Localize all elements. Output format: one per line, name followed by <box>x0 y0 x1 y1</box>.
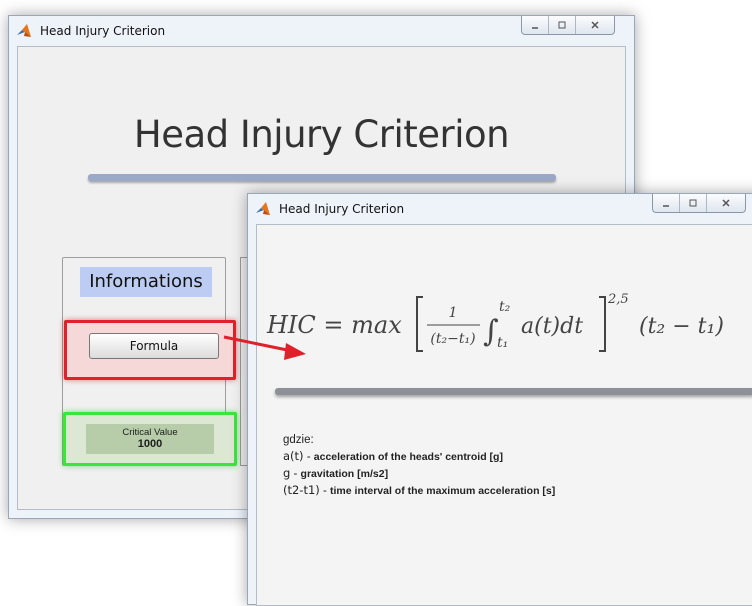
close-icon <box>591 21 599 29</box>
right-bracket <box>599 296 606 352</box>
notes-heading: gdzie: <box>283 434 314 446</box>
integral-lower: t₁ <box>497 335 508 351</box>
left-bracket <box>416 296 423 352</box>
informations-heading: Informations <box>80 267 212 297</box>
formula-underline <box>275 388 752 395</box>
matlab-icon <box>256 202 270 215</box>
hic-formula-graphic: HIC = max 1 (t₂−t₁) ∫ t₂ t₁ a(t)dt 2,5 (… <box>266 292 724 352</box>
window-title: Head Injury Criterion <box>40 24 166 38</box>
matlab-icon <box>17 24 31 37</box>
fraction-denominator: (t₂−t₁) <box>430 331 475 347</box>
formula-highlight: Formula <box>64 320 236 380</box>
minimize-icon <box>663 205 669 207</box>
formula-window-content: HIC = max 1 (t₂−t₁) ∫ t₂ t₁ a(t)dt 2,5 (… <box>256 224 752 606</box>
maximize-icon <box>558 21 566 29</box>
window-title: Head Injury Criterion <box>279 202 405 216</box>
note-acceleration: a(t) - acceleration of the heads' centro… <box>283 449 503 463</box>
critical-value-box: Critical Value 1000 <box>86 424 214 454</box>
minimize-button[interactable] <box>653 194 679 212</box>
formula-lhs: HIC = max <box>266 311 402 339</box>
formula-button[interactable]: Formula <box>89 333 219 359</box>
integrand: a(t)dt <box>521 314 583 339</box>
maximize-icon <box>689 199 697 207</box>
integral-upper: t₂ <box>499 299 511 315</box>
window-controls <box>521 16 615 35</box>
close-button[interactable] <box>575 16 614 34</box>
formula-window: Head Injury Criterion HIC = max 1 (t₂−t₁… <box>247 193 752 606</box>
exponent: 2,5 <box>607 292 629 307</box>
close-button[interactable] <box>706 194 745 212</box>
critical-value-highlight: Critical Value 1000 <box>63 412 237 466</box>
page-title: Head Injury Criterion <box>133 113 510 156</box>
main-window-titlebar[interactable]: Head Injury Criterion <box>9 16 634 46</box>
minimize-icon <box>532 27 538 29</box>
critical-value-label: Critical Value <box>122 427 178 438</box>
legend-notes: gdzie: a(t) - acceleration of the heads'… <box>283 432 555 499</box>
maximize-button[interactable] <box>679 194 706 212</box>
critical-value: 1000 <box>137 438 163 450</box>
hic-formula: HIC = max 1 (t₂−t₁) ∫ t₂ t₁ a(t)dt 2,5 (… <box>266 275 752 365</box>
minimize-button[interactable] <box>522 16 548 34</box>
window-controls <box>652 194 746 213</box>
fraction-numerator: 1 <box>449 305 458 321</box>
note-gravitation: g - gravitation [m/s2] <box>283 466 389 480</box>
title-underline <box>88 174 556 181</box>
maximize-button[interactable] <box>548 16 575 34</box>
note-time-interval: (t2-t1) - time interval of the maximum a… <box>283 483 556 497</box>
formula-tail: (t₂ − t₁) <box>639 314 724 339</box>
close-icon <box>722 199 730 207</box>
formula-window-titlebar[interactable]: Head Injury Criterion <box>248 194 752 224</box>
